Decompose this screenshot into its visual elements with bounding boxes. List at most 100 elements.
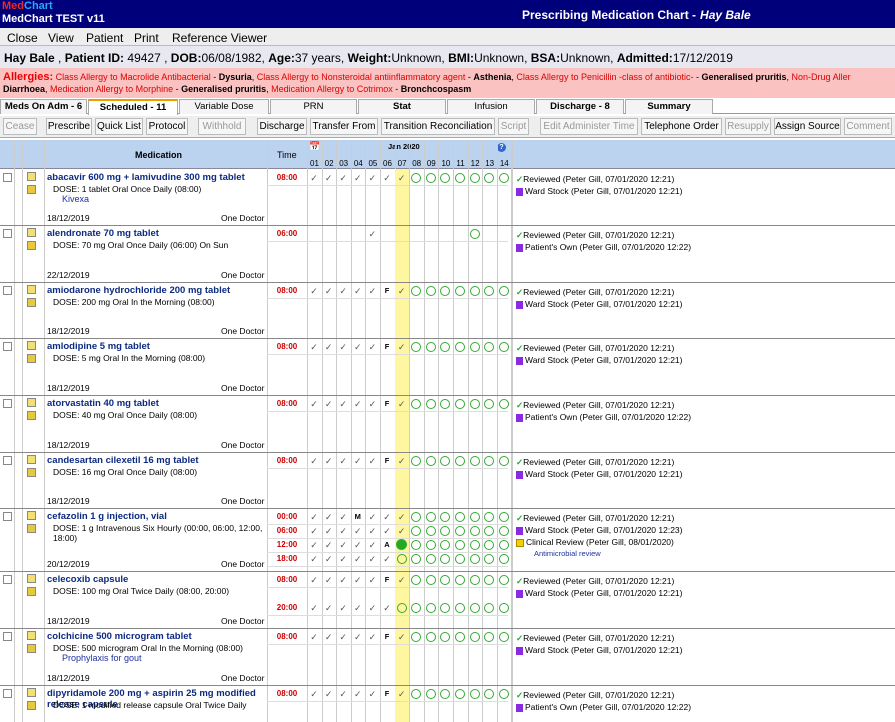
withhold-button[interactable]: Withhold [198,118,246,135]
due-dose-circle-icon[interactable] [409,455,423,467]
medication-row[interactable]: dipyridamole 200 mg + aspirin 25 mg modi… [0,686,895,722]
administered-check-icon[interactable]: ✓ [365,553,379,565]
administered-check-icon[interactable]: ✓ [307,455,321,467]
administered-check-icon[interactable]: ✓ [322,285,336,297]
administered-check-icon[interactable]: ✓ [307,602,321,614]
due-dose-circle-icon[interactable] [482,553,496,565]
dose-status-code[interactable]: A [380,539,394,551]
edit-icon[interactable] [27,688,36,697]
due-dose-circle-icon[interactable] [468,525,482,537]
administered-check-icon[interactable]: ✓ [365,574,379,586]
discharge-button[interactable]: Discharge [257,118,307,135]
edit-icon[interactable] [27,228,36,237]
administered-check-icon[interactable]: ✓ [322,688,336,700]
administered-check-icon[interactable]: ✓ [307,172,321,184]
due-dose-circle-icon[interactable] [409,525,423,537]
medication-name[interactable]: alendronate 70 mg tablet [47,228,265,239]
administered-check-icon[interactable]: ✓ [395,341,409,353]
row-checkbox[interactable] [3,173,12,182]
administered-check-icon[interactable]: ✓ [307,688,321,700]
administered-check-icon[interactable]: ✓ [307,553,321,565]
administered-check-icon[interactable]: ✓ [365,511,379,523]
edit-administer-time-button[interactable]: Edit Administer Time [540,118,638,135]
administered-check-icon[interactable]: ✓ [351,285,365,297]
edit-icon[interactable] [27,631,36,640]
tab-variable-dose[interactable]: Variable Dose [179,99,269,114]
administered-check-icon[interactable]: ✓ [365,539,379,551]
due-dose-circle-icon[interactable] [468,341,482,353]
help-icon[interactable]: ? [497,143,506,152]
administered-check-icon[interactable]: ✓ [395,172,409,184]
menu-reference-viewer[interactable]: Reference Viewer [172,31,267,45]
dose-status-code[interactable]: F [380,455,394,467]
due-dose-circle-icon[interactable] [453,553,467,565]
transition-reconciliation-button[interactable]: Transition Reconciliation [381,118,495,135]
administered-check-icon[interactable]: ✓ [336,574,350,586]
administered-check-icon[interactable]: ✓ [336,525,350,537]
administered-check-icon[interactable]: ✓ [307,574,321,586]
due-dose-circle-icon[interactable] [482,574,496,586]
medication-name[interactable]: amiodarone hydrochloride 200 mg tablet [47,285,265,296]
administered-check-icon[interactable]: ✓ [307,511,321,523]
due-dose-circle-icon[interactable] [497,688,511,700]
due-dose-circle-icon[interactable] [497,539,511,551]
row-checkbox[interactable] [3,342,12,351]
administered-check-icon[interactable]: ✓ [336,398,350,410]
due-dose-circle-icon[interactable] [438,172,452,184]
edit-icon[interactable] [27,172,36,181]
administered-check-icon[interactable]: ✓ [351,688,365,700]
due-dose-circle-icon[interactable] [424,525,438,537]
due-dose-circle-icon[interactable] [482,688,496,700]
due-dose-circle-icon[interactable] [424,553,438,565]
administered-check-icon[interactable]: ✓ [351,525,365,537]
due-dose-circle-icon[interactable] [438,398,452,410]
administered-check-icon[interactable]: ✓ [365,398,379,410]
menu-close[interactable]: Close [7,31,38,45]
administered-check-icon[interactable]: ✓ [395,455,409,467]
administered-check-icon[interactable]: ✓ [322,455,336,467]
medication-row[interactable]: celecoxib capsule DOSE: 100 mg Oral Twice… [0,572,895,629]
medication-row[interactable]: candesartan cilexetil 16 mg tablet DOSE: … [0,453,895,509]
due-dose-circle-icon[interactable] [395,553,409,565]
administered-check-icon[interactable]: ✓ [336,511,350,523]
edit-icon[interactable] [27,574,36,583]
row-checkbox[interactable] [3,399,12,408]
due-dose-circle-icon[interactable] [482,285,496,297]
due-dose-circle-icon[interactable] [497,172,511,184]
row-checkbox[interactable] [3,286,12,295]
medication-row[interactable]: atorvastatin 40 mg tablet DOSE: 40 mg Ora… [0,396,895,453]
row-checkbox[interactable] [3,689,12,698]
due-dose-circle-icon[interactable] [438,539,452,551]
due-dose-circle-icon[interactable] [409,553,423,565]
due-dose-circle-icon[interactable] [497,525,511,537]
edit-icon[interactable] [27,455,36,464]
due-dose-circle-icon[interactable] [453,341,467,353]
due-dose-circle-icon[interactable] [424,511,438,523]
due-dose-circle-icon[interactable] [438,525,452,537]
administered-check-icon[interactable]: ✓ [336,553,350,565]
calendar-icon[interactable]: 📅 [309,141,320,152]
administered-check-icon[interactable]: ✓ [365,172,379,184]
administered-check-icon[interactable]: ✓ [322,511,336,523]
due-dose-circle-icon[interactable] [468,574,482,586]
due-dose-circle-icon[interactable] [468,228,482,240]
due-dose-circle-icon[interactable] [409,285,423,297]
resupply-button[interactable]: Resupply [725,118,771,135]
medication-row[interactable]: alendronate 70 mg tablet DOSE: 70 mg Oral… [0,226,895,283]
due-dose-circle-icon[interactable] [468,398,482,410]
due-dose-circle-icon[interactable] [409,172,423,184]
administered-check-icon[interactable]: ✓ [336,688,350,700]
due-dose-circle-icon[interactable] [409,574,423,586]
administered-check-icon[interactable]: ✓ [395,574,409,586]
administered-check-icon[interactable]: ✓ [336,341,350,353]
administered-check-icon[interactable]: ✓ [336,172,350,184]
medication-row[interactable]: abacavir 600 mg + lamivudine 300 mg tabl… [0,170,895,226]
administered-check-icon[interactable]: ✓ [336,285,350,297]
due-dose-circle-icon[interactable] [468,172,482,184]
due-dose-circle-icon[interactable] [497,553,511,565]
due-dose-circle-icon[interactable] [482,539,496,551]
administered-check-icon[interactable]: ✓ [365,285,379,297]
administered-check-icon[interactable]: ✓ [322,553,336,565]
due-dose-circle-icon[interactable] [482,398,496,410]
medication-name[interactable]: colchicine 500 microgram tablet [47,631,265,642]
